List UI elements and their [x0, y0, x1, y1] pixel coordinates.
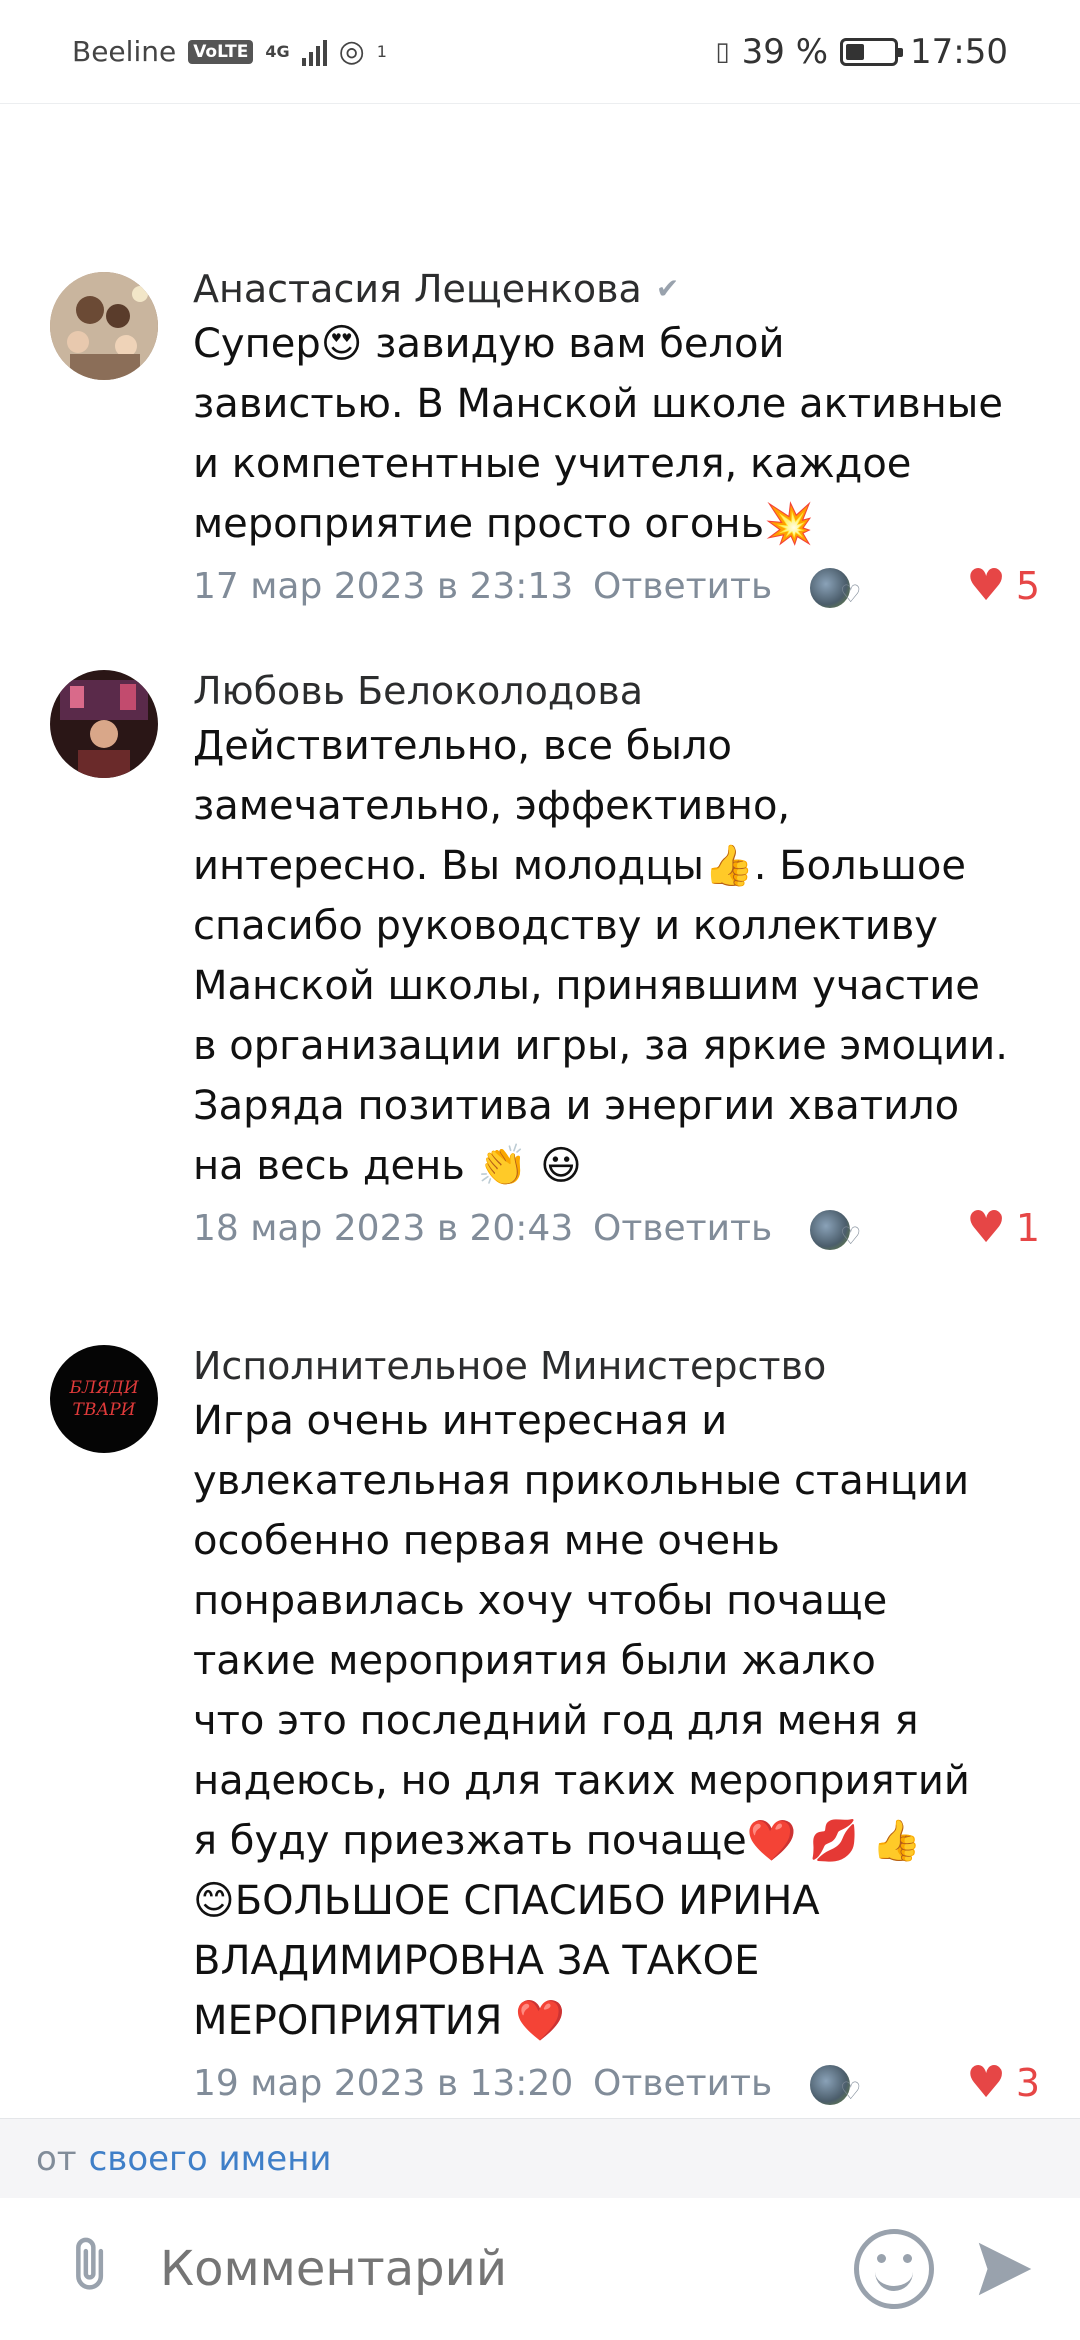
- post-as-link[interactable]: своего имени: [89, 2139, 332, 2179]
- send-icon: [978, 2242, 1032, 2296]
- avatar[interactable]: [50, 670, 158, 778]
- comment-content: Любовь Белоколодова Действительно, все б…: [193, 666, 1040, 1258]
- status-bar: Beeline VoLTE 4G ◎ 1 ▯ 39 % 17:50: [0, 0, 1080, 104]
- like-button[interactable]: ♥ 1: [966, 1202, 1040, 1253]
- comment-date: 19 мар 2023 в 13:20: [193, 2062, 574, 2104]
- reply-button[interactable]: Ответить: [593, 2063, 808, 2104]
- heart-outline-icon: ♡: [840, 1222, 862, 1250]
- liked-by-avatar[interactable]: ♡: [808, 562, 872, 610]
- comment-composer: [0, 2198, 1080, 2340]
- clock: 17:50: [910, 31, 1008, 72]
- comment-content: Анастасия Лещенкова ✔ Супер😍 завидую вам…: [193, 264, 1040, 616]
- post-as-prefix: от: [36, 2138, 77, 2179]
- like-count: 3: [1015, 2061, 1040, 2105]
- battery-percent: 39 %: [741, 31, 829, 72]
- send-button[interactable]: [970, 2234, 1040, 2304]
- comment-author[interactable]: Исполнительное Министерство: [193, 1341, 826, 1391]
- avatar[interactable]: [50, 272, 158, 380]
- comment-content: Исполнительное Министерство Игра очень и…: [193, 1341, 1040, 2113]
- heart-icon: ♥: [966, 1202, 1006, 1253]
- reply-button[interactable]: Ответить: [593, 1208, 808, 1249]
- signal-icon: [301, 38, 327, 66]
- status-bar-left: Beeline VoLTE 4G ◎ 1: [72, 34, 387, 69]
- network-type: 4G: [265, 41, 290, 61]
- comment-author-row: Анастасия Лещенкова ✔: [193, 264, 1040, 314]
- comment-meta: 18 мар 2023 в 20:43 Ответить ♡ ♥ 1: [193, 1198, 1040, 1258]
- comment-author-row: Исполнительное Министерство: [193, 1341, 1040, 1391]
- heart-outline-icon: ♡: [840, 580, 862, 608]
- comment-text: Супер😍 завидую вам белой завистью. В Ман…: [193, 321, 1003, 547]
- comments-list[interactable]: Анастасия Лещенкова ✔ Супер😍 завидую вам…: [0, 104, 1080, 2114]
- like-button[interactable]: ♥ 3: [966, 2057, 1040, 2108]
- verified-check-icon: ✔: [655, 272, 680, 305]
- volte-badge: VoLTE: [188, 39, 254, 64]
- comment-meta: 17 мар 2023 в 23:13 Ответить ♡ ♥ 5: [193, 556, 1040, 616]
- comment-date: 17 мар 2023 в 23:13: [193, 565, 574, 607]
- comment-meta: 19 мар 2023 в 13:20 Ответить ♡ ♥ 3: [193, 2053, 1040, 2113]
- comment-author[interactable]: Любовь Белоколодова: [193, 666, 643, 716]
- post-as-bar: от своего имени: [0, 2118, 1080, 2198]
- liked-by-avatar[interactable]: ♡: [808, 1204, 872, 1252]
- comment-input[interactable]: [160, 2241, 854, 2297]
- comment-author-row: Любовь Белоколодова: [193, 666, 1040, 716]
- carrier-name: Beeline: [72, 35, 177, 68]
- hotspot-count: 1: [376, 42, 387, 61]
- like-count: 1: [1015, 1206, 1040, 1250]
- avatar-text: БЛЯДИ ТВАРИ: [69, 1378, 139, 1420]
- heart-icon: ♥: [966, 560, 1006, 611]
- comment-text: Игра очень интересная и увлекательная пр…: [193, 1398, 970, 2044]
- like-button[interactable]: ♥ 5: [966, 560, 1040, 611]
- reply-button[interactable]: Ответить: [593, 566, 808, 607]
- comment-date: 18 мар 2023 в 20:43: [193, 1207, 574, 1249]
- heart-icon: ♥: [966, 2057, 1006, 2108]
- status-bar-right: ▯ 39 % 17:50: [715, 32, 1008, 72]
- avatar[interactable]: БЛЯДИ ТВАРИ: [50, 1345, 158, 1453]
- emoji-icon[interactable]: [854, 2229, 934, 2309]
- hotspot-icon: ◎: [338, 34, 365, 69]
- vibrate-icon: ▯: [715, 36, 730, 67]
- like-count: 5: [1015, 564, 1040, 608]
- attach-icon[interactable]: [27, 2211, 142, 2326]
- comment-author[interactable]: Анастасия Лещенкова: [193, 264, 642, 314]
- battery-icon: [840, 37, 904, 66]
- heart-outline-icon: ♡: [840, 2077, 862, 2105]
- comment-text: Действительно, все было замечательно, эф…: [193, 723, 1008, 1189]
- liked-by-avatar[interactable]: ♡: [808, 2059, 872, 2107]
